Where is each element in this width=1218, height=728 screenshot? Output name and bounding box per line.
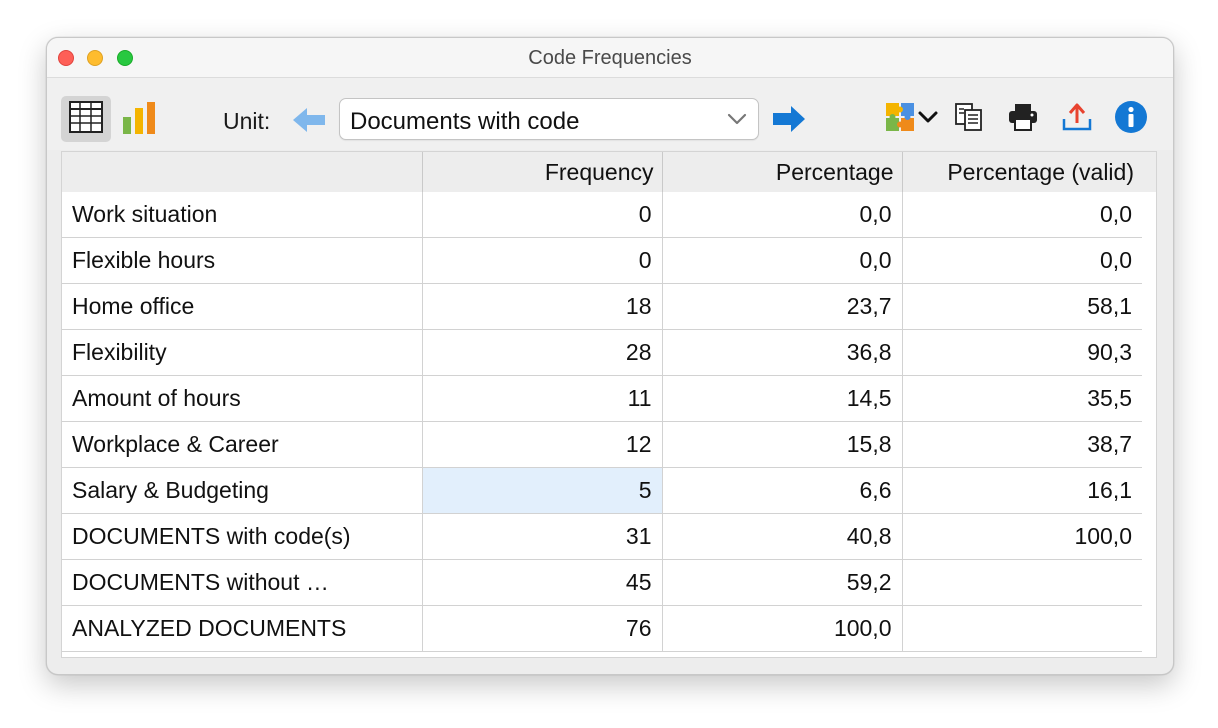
percentage-valid-cell[interactable]: 38,7 <box>901 421 1142 468</box>
puzzle-menu-button[interactable] <box>881 100 943 138</box>
percentage-cell[interactable]: 6,6 <box>661 467 902 514</box>
row-label[interactable]: Flexibility <box>62 329 422 376</box>
column-header-percentage-valid[interactable]: Percentage (valid) <box>901 152 1142 192</box>
percentage-cell[interactable]: 59,2 <box>661 559 902 606</box>
percentage-valid-cell[interactable]: 0,0 <box>901 192 1142 238</box>
chevron-down-icon <box>916 107 940 132</box>
row-label[interactable]: Work situation <box>62 192 422 238</box>
unit-select-value: Documents with code <box>350 108 580 135</box>
header-corner <box>62 152 422 192</box>
table-row[interactable]: Flexibility 28 36,8 90,3 <box>62 329 1142 376</box>
print-button[interactable] <box>1005 100 1041 138</box>
unit-label: Unit: <box>223 108 271 134</box>
percentage-cell[interactable]: 0,0 <box>661 192 902 238</box>
row-label[interactable]: DOCUMENTS with code(s) <box>62 513 422 560</box>
print-icon <box>1007 102 1039 137</box>
frequency-cell[interactable]: 11 <box>421 375 662 422</box>
frequency-cell[interactable]: 28 <box>421 329 662 376</box>
table-row[interactable]: Workplace & Career 12 15,8 38,7 <box>62 421 1142 468</box>
table-row[interactable]: ANALYZED DOCUMENTS 76 100,0 <box>62 605 1142 652</box>
row-label[interactable]: Amount of hours <box>62 375 422 422</box>
puzzle-icon <box>884 101 916 138</box>
percentage-cell[interactable]: 23,7 <box>661 283 902 330</box>
info-icon <box>1114 100 1148 139</box>
percentage-valid-cell[interactable]: 58,1 <box>901 283 1142 330</box>
frequency-table-container: Frequency Percentage Percentage (valid) … <box>61 151 1157 658</box>
percentage-valid-cell[interactable]: 100,0 <box>901 513 1142 560</box>
percentage-cell[interactable]: 40,8 <box>661 513 902 560</box>
percentage-valid-cell[interactable]: 0,0 <box>901 237 1142 284</box>
title-bar: Code Frequencies <box>47 38 1173 78</box>
chart-view-icon <box>122 101 156 140</box>
table-row[interactable]: DOCUMENTS without … 45 59,2 <box>62 559 1142 606</box>
table-row[interactable]: Flexible hours 0 0,0 0,0 <box>62 237 1142 284</box>
row-label[interactable]: Flexible hours <box>62 237 422 284</box>
percentage-cell[interactable]: 14,5 <box>661 375 902 422</box>
table-row[interactable]: Amount of hours 11 14,5 35,5 <box>62 375 1142 422</box>
frequency-cell[interactable]: 45 <box>421 559 662 606</box>
frequency-cell[interactable]: 0 <box>421 192 662 238</box>
row-label[interactable]: Workplace & Career <box>62 421 422 468</box>
frequency-cell[interactable]: 76 <box>421 605 662 652</box>
table-row[interactable]: Work situation 0 0,0 0,0 <box>62 192 1142 238</box>
row-label[interactable]: DOCUMENTS without … <box>62 559 422 606</box>
chevron-down-icon <box>726 109 748 129</box>
table-row[interactable]: DOCUMENTS with code(s) 31 40,8 100,0 <box>62 513 1142 560</box>
table-view-button[interactable] <box>61 96 111 142</box>
window-title: Code Frequencies <box>528 47 692 69</box>
frequency-cell[interactable]: 0 <box>421 237 662 284</box>
export-button[interactable] <box>1059 100 1095 138</box>
unit-select[interactable]: Documents with code <box>339 98 759 140</box>
frequency-cell[interactable]: 31 <box>421 513 662 560</box>
column-header-frequency[interactable]: Frequency <box>421 152 662 192</box>
table-row[interactable]: Salary & Budgeting 5 6,6 16,1 <box>62 467 1142 514</box>
chart-view-button[interactable] <box>119 100 159 140</box>
percentage-valid-cell[interactable] <box>901 559 1142 606</box>
table-header-row: Frequency Percentage Percentage (valid) <box>62 152 1142 192</box>
arrow-right-icon <box>771 106 807 138</box>
previous-unit-button[interactable] <box>291 106 327 134</box>
header-filler <box>1140 152 1156 192</box>
arrow-left-icon <box>291 108 327 138</box>
row-label[interactable]: Salary & Budgeting <box>62 467 422 514</box>
percentage-cell[interactable]: 0,0 <box>661 237 902 284</box>
copy-icon <box>954 102 984 137</box>
column-header-percentage[interactable]: Percentage <box>661 152 902 192</box>
percentage-valid-cell[interactable] <box>901 605 1142 652</box>
toolbar: Unit: Documents with code <box>47 78 1173 150</box>
percentage-valid-cell[interactable]: 16,1 <box>901 467 1142 514</box>
copy-button[interactable] <box>951 100 987 138</box>
row-label[interactable]: Home office <box>62 283 422 330</box>
frequency-table: Frequency Percentage Percentage (valid) … <box>62 152 1142 652</box>
row-label[interactable]: ANALYZED DOCUMENTS <box>62 605 422 652</box>
table-row[interactable]: Home office 18 23,7 58,1 <box>62 283 1142 330</box>
percentage-valid-cell[interactable]: 90,3 <box>901 329 1142 376</box>
info-button[interactable] <box>1113 100 1149 138</box>
percentage-cell[interactable]: 15,8 <box>661 421 902 468</box>
code-frequencies-window: Code Frequencies Unit: Documents with co… <box>46 37 1174 675</box>
frequency-cell-selected[interactable]: 5 <box>421 467 662 514</box>
next-unit-button[interactable] <box>771 104 807 134</box>
export-icon <box>1061 101 1093 138</box>
frequency-cell[interactable]: 12 <box>421 421 662 468</box>
percentage-cell[interactable]: 36,8 <box>661 329 902 376</box>
table-view-icon <box>69 100 103 138</box>
percentage-cell[interactable]: 100,0 <box>661 605 902 652</box>
percentage-valid-cell[interactable]: 35,5 <box>901 375 1142 422</box>
frequency-cell[interactable]: 18 <box>421 283 662 330</box>
